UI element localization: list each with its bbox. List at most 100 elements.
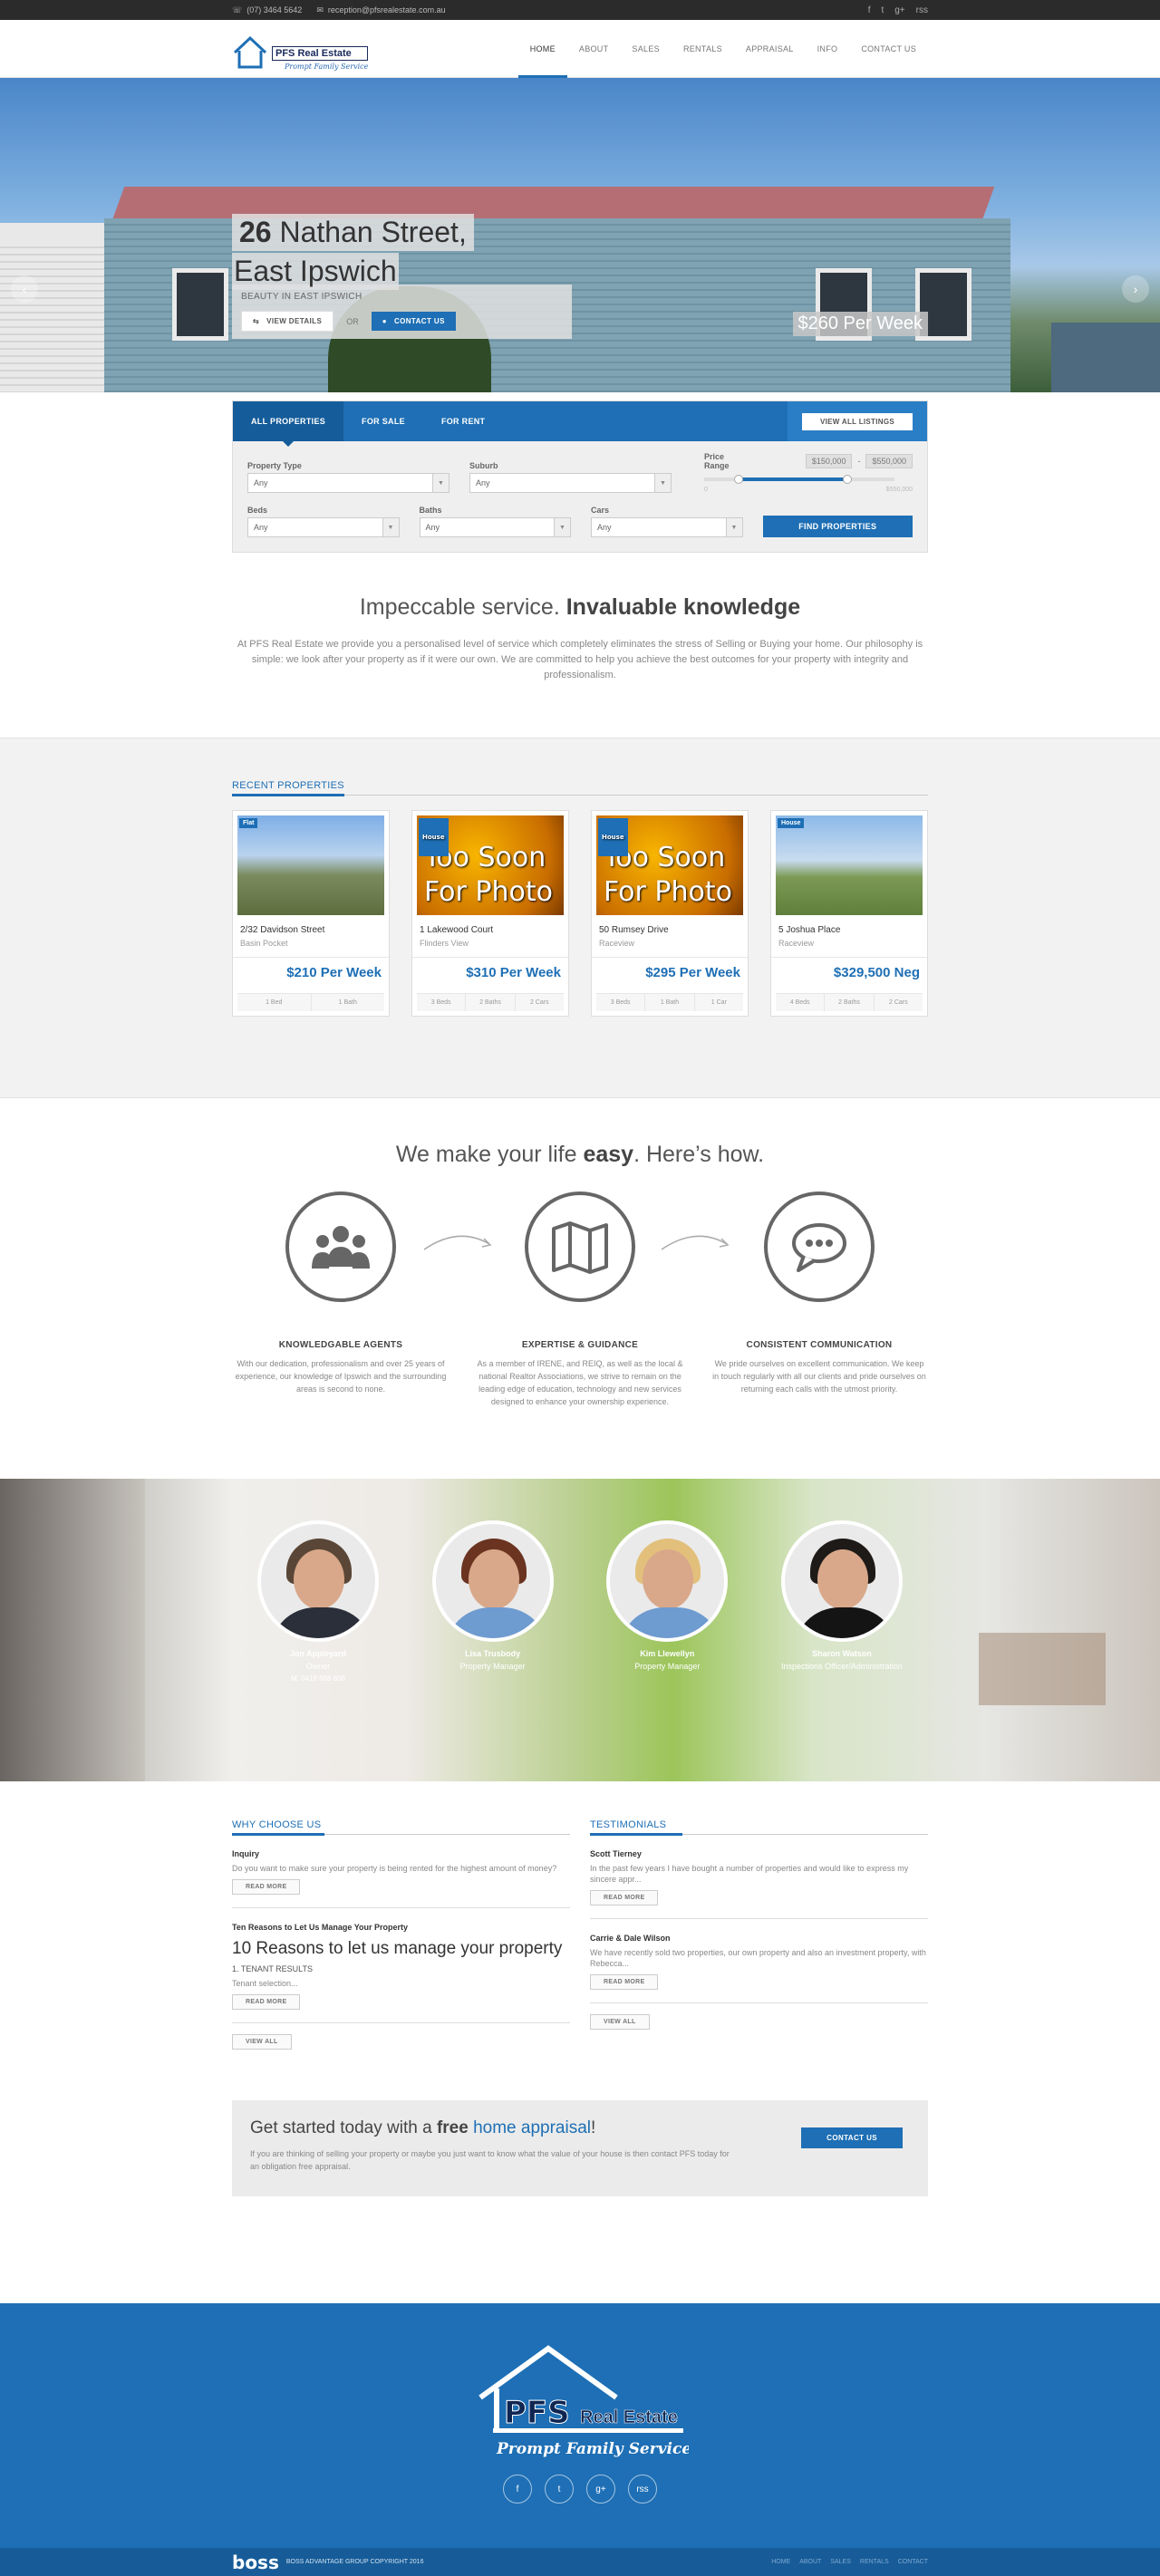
- twitter-icon[interactable]: t: [545, 2475, 574, 2504]
- nav-about[interactable]: ABOUT: [567, 20, 621, 78]
- property-card[interactable]: House Too Soon For Photo 50 Rumsey Drive …: [591, 810, 749, 1017]
- phone[interactable]: ☏ (07) 3464 5642: [232, 5, 302, 15]
- tab-for-sale[interactable]: FOR SALE: [343, 401, 423, 441]
- footer-link-rentals[interactable]: RENTALS: [860, 2559, 889, 2565]
- avatar[interactable]: [257, 1520, 379, 1642]
- find-properties-button[interactable]: FIND PROPERTIES: [762, 516, 914, 537]
- read-more-button[interactable]: READ MORE: [232, 1879, 301, 1895]
- read-more-button[interactable]: READ MORE: [590, 1974, 659, 1990]
- tab-all-properties[interactable]: ALL PROPERTIES: [233, 401, 344, 447]
- item-title[interactable]: Inquiry: [232, 1849, 570, 1858]
- price-max: $550,000: [865, 454, 913, 468]
- tab-for-rent[interactable]: FOR RENT: [423, 401, 503, 441]
- footer-logo[interactable]: PFS Real Estate Prompt Family Service: [471, 2343, 691, 2464]
- logo[interactable]: PFS Real Estate Prompt Family Service: [232, 27, 369, 71]
- list-item: Ten Reasons to Let Us Manage Your Proper…: [232, 1908, 570, 2023]
- nav-info[interactable]: INFO: [806, 20, 850, 78]
- nav-rentals[interactable]: RENTALS: [672, 20, 734, 78]
- baths-select[interactable]: Any ▼: [419, 517, 571, 537]
- price-slider-fill: [738, 478, 847, 481]
- rss-icon[interactable]: rss: [916, 5, 928, 15]
- item-title[interactable]: Carrie & Dale Wilson: [590, 1934, 928, 1943]
- rss-icon[interactable]: rss: [628, 2475, 657, 2504]
- main-nav: HOME ABOUT SALES RENTALS APPRAISAL INFO …: [517, 20, 928, 78]
- arrows-icon: ⇆: [253, 317, 260, 325]
- footer-link-home[interactable]: HOME: [771, 2559, 790, 2565]
- property-price: $310 Per Week: [466, 965, 561, 980]
- nav-appraisal[interactable]: APPRAISAL: [734, 20, 806, 78]
- google-plus-icon[interactable]: g+: [894, 5, 904, 15]
- avatar[interactable]: [780, 1520, 903, 1642]
- facebook-icon[interactable]: f: [503, 2475, 532, 2504]
- item-title[interactable]: Scott Tierney: [590, 1849, 928, 1858]
- view-all-listings-button[interactable]: VIEW ALL LISTINGS: [802, 412, 913, 430]
- property-photo[interactable]: Flat: [237, 815, 384, 915]
- property-photo[interactable]: House Too Soon For Photo: [417, 815, 564, 915]
- beds-select[interactable]: Any ▼: [247, 517, 400, 537]
- email[interactable]: ✉ reception@pfsrealestate.com.au: [316, 5, 445, 15]
- price-slider[interactable]: [704, 475, 894, 484]
- step-title: CONSISTENT COMMUNICATION: [746, 1340, 893, 1350]
- property-card[interactable]: House 5 Joshua Place Raceview $329,500 N…: [770, 810, 928, 1017]
- property-address[interactable]: 2/32 Davidson Street: [233, 920, 389, 937]
- member-name: Lisa Trusbody: [465, 1649, 521, 1658]
- suburb-value: Any: [476, 478, 490, 487]
- intro-title-bold: Invaluable knowledge: [566, 594, 801, 620]
- property-photo[interactable]: House Too Soon For Photo: [596, 815, 743, 915]
- property-type-select[interactable]: Any ▼: [247, 473, 450, 493]
- avatar[interactable]: [431, 1520, 554, 1642]
- hero-contact-button[interactable]: ● CONTACT US: [371, 312, 456, 331]
- nav-home[interactable]: HOME: [517, 20, 568, 78]
- view-all-button[interactable]: VIEW ALL: [590, 2014, 650, 2030]
- price-slider-handle-max[interactable]: [842, 475, 852, 484]
- price-range-field: Price Range $150,000- $550,000 0 $550,000: [704, 452, 913, 493]
- view-details-button[interactable]: ⇆ VIEW DETAILS: [241, 311, 334, 332]
- view-all-button[interactable]: VIEW ALL: [232, 2034, 292, 2050]
- hero-title-line1: 26 Nathan Street,: [232, 214, 474, 251]
- slider-next-arrow-icon[interactable]: ›: [1122, 275, 1149, 303]
- twitter-icon[interactable]: t: [881, 5, 884, 15]
- mail-icon: ✉: [316, 5, 324, 14]
- footer-logo-sub: Real Estate: [580, 2407, 678, 2427]
- price-slider-handle-min[interactable]: [733, 475, 743, 484]
- how-title-c: . Here’s how.: [633, 1142, 765, 1167]
- read-more-button[interactable]: READ MORE: [590, 1890, 659, 1905]
- member-role: Owner: [305, 1662, 331, 1671]
- property-search: ALL PROPERTIES FOR SALE FOR RENT VIEW AL…: [232, 400, 928, 553]
- suburb-select[interactable]: Any ▼: [469, 473, 672, 493]
- cta-contact-button[interactable]: CONTACT US: [801, 2127, 903, 2148]
- property-card[interactable]: Flat 2/32 Davidson Street Basin Pocket $…: [232, 810, 390, 1017]
- property-suburb: Basin Pocket: [233, 937, 389, 958]
- intro-title: Impeccable service. Invaluable knowledge: [0, 594, 1160, 621]
- property-photo[interactable]: House: [776, 815, 923, 915]
- footer-link-about[interactable]: ABOUT: [799, 2559, 821, 2565]
- boss-logo[interactable]: boss: [232, 2552, 279, 2573]
- facebook-icon[interactable]: f: [868, 5, 871, 15]
- footer-link-sales[interactable]: SALES: [830, 2559, 851, 2565]
- slider-prev-arrow-icon[interactable]: ‹: [11, 275, 38, 303]
- cars-select[interactable]: Any ▼: [591, 517, 743, 537]
- footer-house-logo-icon: PFS Real Estate Prompt Family Service: [478, 2345, 691, 2458]
- baths-field: Baths Any ▼: [419, 506, 571, 537]
- read-more-button[interactable]: READ MORE: [232, 1994, 301, 2010]
- step-expertise: EXPERTISE & GUIDANCE As a member of IREN…: [471, 1192, 689, 1408]
- feature: 1 Bath: [645, 994, 695, 1011]
- item-title[interactable]: Ten Reasons to Let Us Manage Your Proper…: [232, 1923, 570, 1932]
- hero-bg-house-right: [1051, 323, 1160, 392]
- cars-value: Any: [597, 523, 612, 532]
- google-plus-icon[interactable]: g+: [586, 2475, 615, 2504]
- step-communication: CONSISTENT COMMUNICATION We pride oursel…: [710, 1192, 928, 1408]
- property-address[interactable]: 5 Joshua Place: [771, 920, 927, 937]
- cta-title-link[interactable]: home appraisal: [473, 2118, 591, 2137]
- property-address[interactable]: 1 Lakewood Court: [412, 920, 568, 937]
- property-address[interactable]: 50 Rumsey Drive: [592, 920, 748, 937]
- nav-contact[interactable]: CONTACT US: [849, 20, 928, 78]
- property-card[interactable]: House Too Soon For Photo 1 Lakewood Court…: [411, 810, 569, 1017]
- nav-sales[interactable]: SALES: [620, 20, 672, 78]
- hero-bg-window: [172, 268, 228, 341]
- phone-text: (07) 3464 5642: [246, 5, 303, 14]
- item-text: Do you want to make sure your property i…: [232, 1864, 557, 1873]
- footer-link-contact[interactable]: CONTACT: [898, 2559, 928, 2565]
- avatar[interactable]: [606, 1520, 729, 1642]
- cta-title-bold: free: [436, 2118, 469, 2137]
